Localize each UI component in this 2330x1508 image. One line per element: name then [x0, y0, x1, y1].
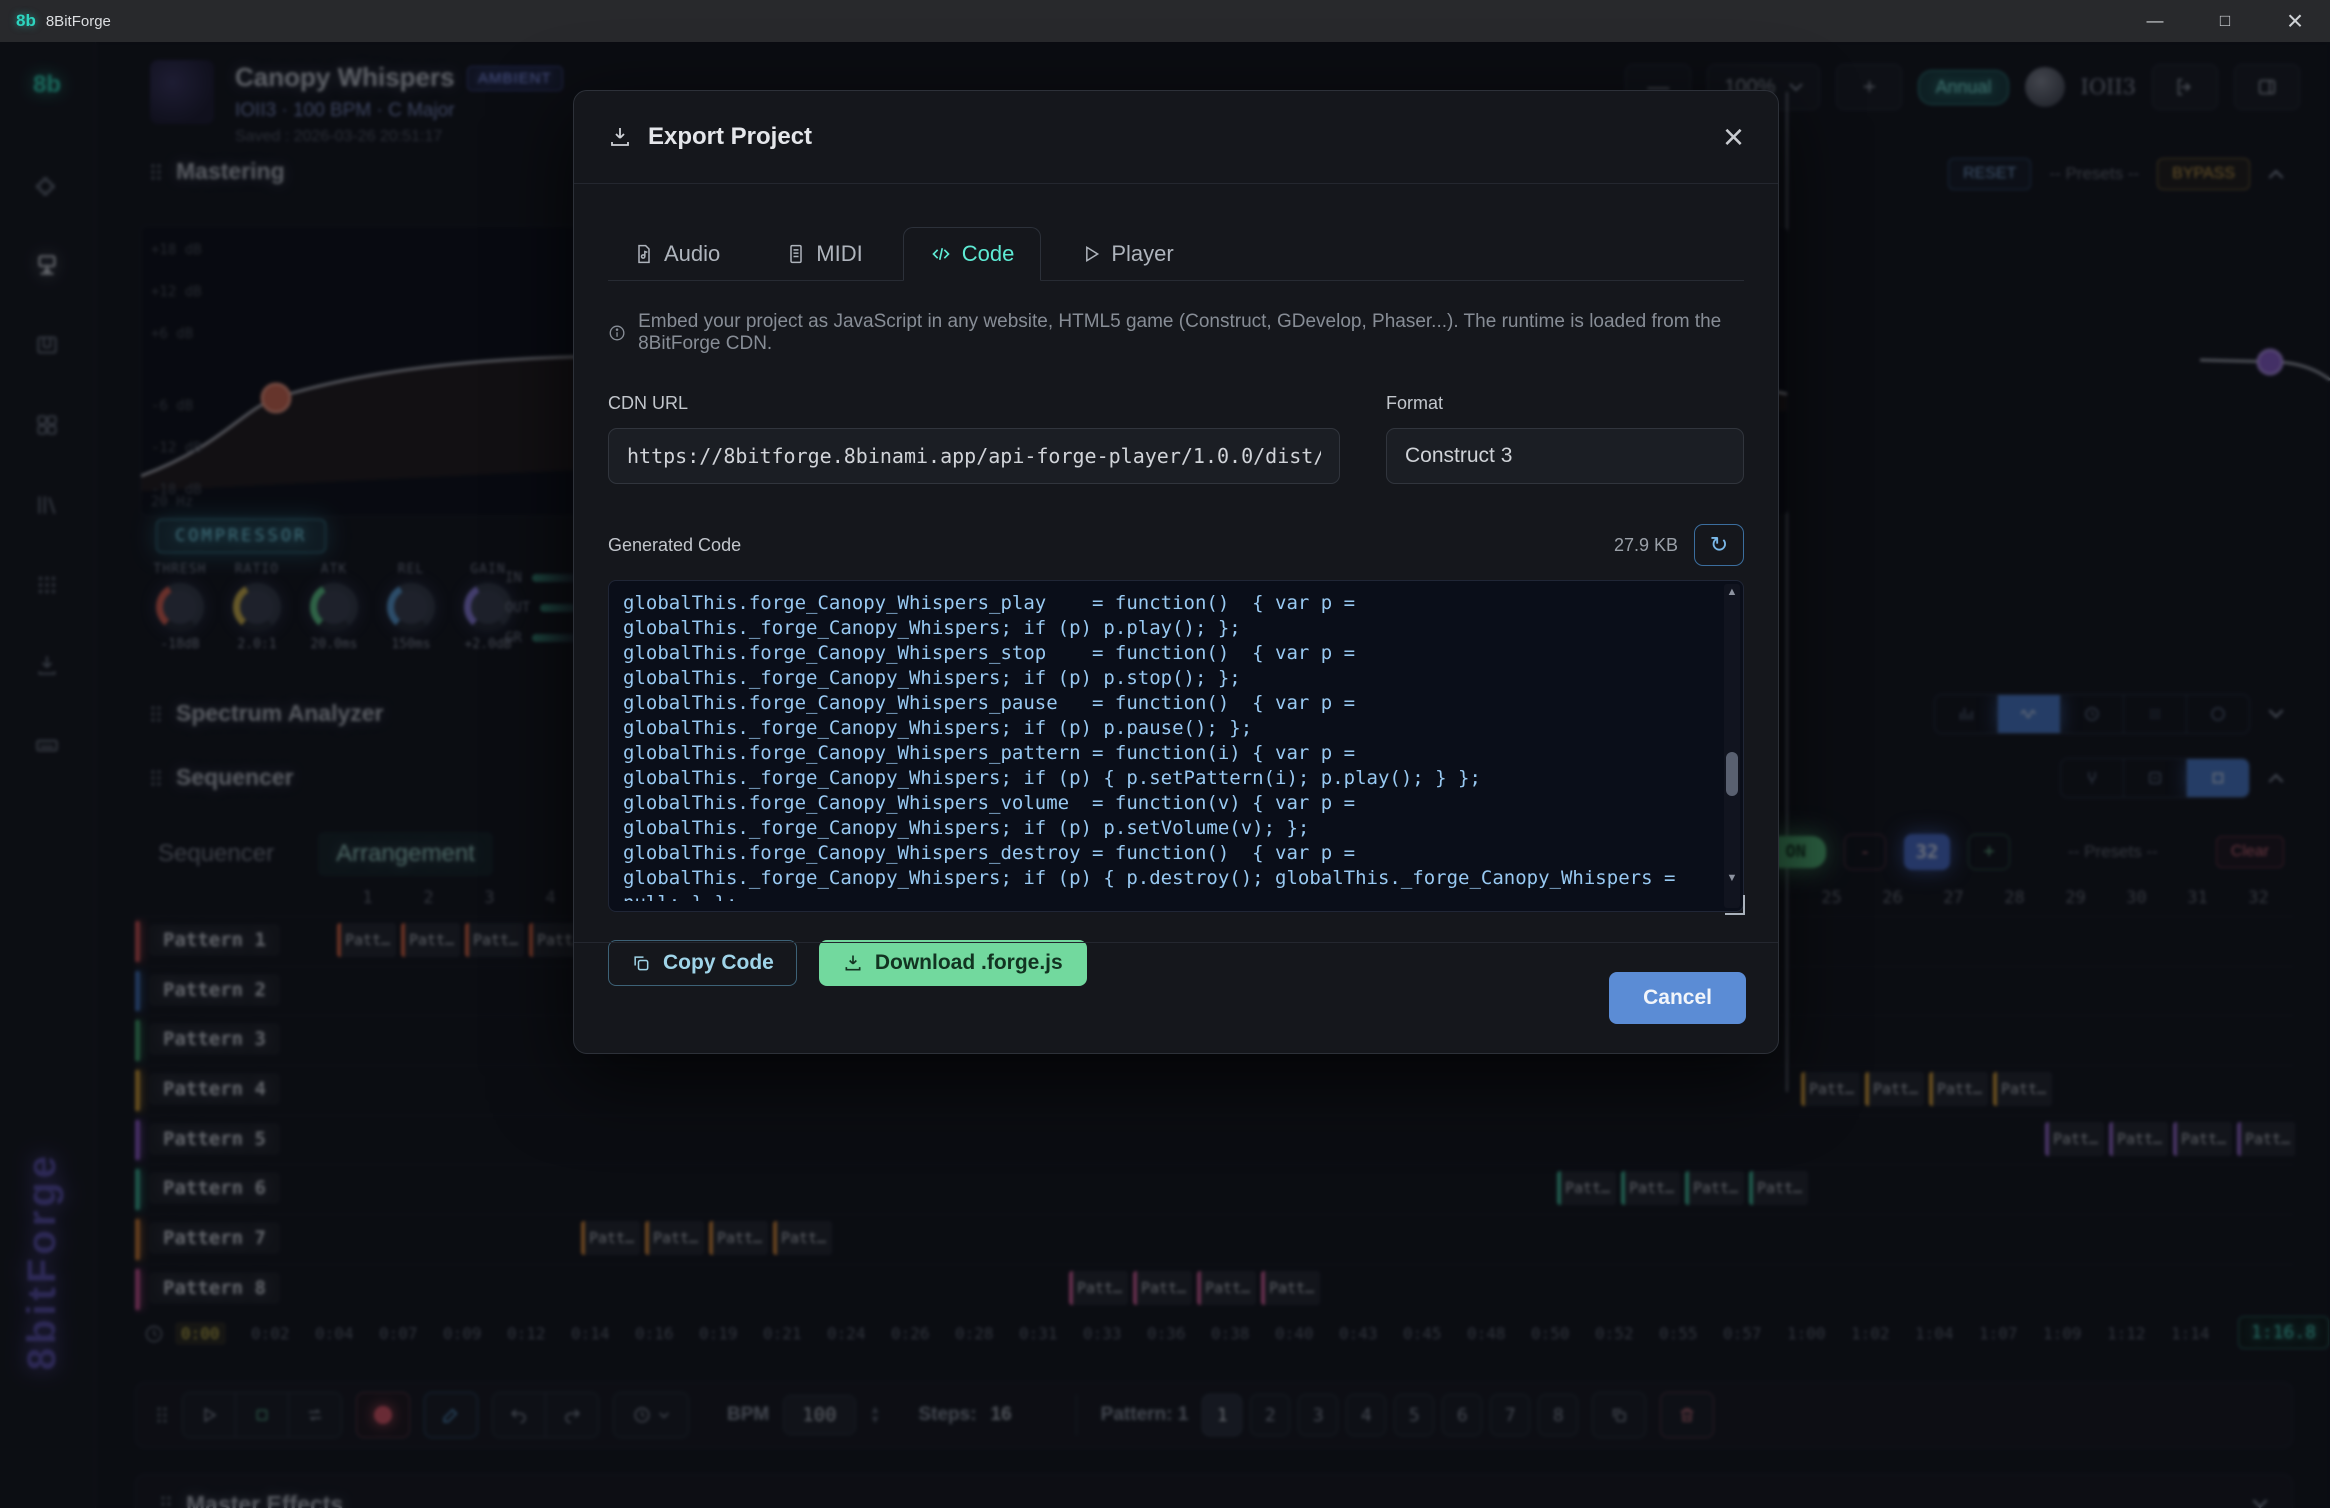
tab-label: Code	[962, 241, 1015, 267]
code-size: 27.9 KB	[1614, 535, 1678, 556]
tab-label: MIDI	[816, 241, 862, 267]
tab-midi[interactable]: MIDI	[760, 228, 888, 280]
cdn-url-input[interactable]	[608, 428, 1340, 484]
modal-header: Export Project ×	[574, 91, 1778, 184]
window-close-button[interactable]: ×	[2260, 0, 2330, 42]
modal-close-button[interactable]: ×	[1723, 119, 1744, 155]
maximize-button[interactable]: □	[2190, 0, 2260, 42]
scroll-up-icon[interactable]: ▲	[1724, 584, 1740, 600]
generated-code[interactable]: globalThis.forge_Canopy_Whispers_play = …	[623, 591, 1713, 901]
cdn-url-label: CDN URL	[608, 393, 1340, 414]
tab-label: Audio	[664, 241, 720, 267]
tab-player[interactable]: Player	[1055, 228, 1199, 280]
midi-file-icon	[786, 244, 806, 264]
audio-file-icon	[634, 244, 654, 264]
scroll-down-icon[interactable]: ▼	[1724, 870, 1740, 886]
tab-audio[interactable]: Audio	[608, 228, 746, 280]
tab-code[interactable]: Code	[903, 227, 1042, 281]
play-icon	[1081, 244, 1101, 264]
format-select[interactable]: Construct 3	[1386, 428, 1744, 484]
code-icon	[930, 244, 952, 264]
generated-code-label: Generated Code	[608, 535, 741, 556]
export-info-text: Embed your project as JavaScript in any …	[638, 311, 1744, 355]
export-tabs: Audio MIDI Code Player	[608, 218, 1744, 281]
modal-footer: Cancel	[574, 942, 1778, 1053]
download-icon	[608, 125, 632, 149]
resize-grip[interactable]	[1725, 895, 1745, 915]
refresh-button[interactable]: ↻	[1694, 524, 1744, 566]
code-scrollbar[interactable]: ▲ ▼	[1724, 584, 1740, 908]
titlebar: 8b 8BitForge — □ ×	[0, 0, 2330, 42]
format-label: Format	[1386, 393, 1744, 414]
export-info: Embed your project as JavaScript in any …	[608, 311, 1744, 355]
app-logo: 8b	[16, 11, 36, 31]
app-title: 8BitForge	[46, 13, 111, 30]
tab-label: Player	[1111, 241, 1173, 267]
info-icon	[608, 323, 626, 343]
minimize-button[interactable]: —	[2120, 0, 2190, 42]
cancel-button[interactable]: Cancel	[1609, 972, 1746, 1024]
application-window: 8b 8BitForge — □ × 8b	[0, 0, 2330, 1508]
scrollbar-thumb[interactable]	[1726, 752, 1738, 796]
generated-code-box[interactable]: globalThis.forge_Canopy_Whispers_play = …	[608, 580, 1744, 912]
export-modal: Export Project × Audio MIDI Code	[573, 90, 1779, 1054]
modal-title: Export Project	[648, 123, 812, 151]
